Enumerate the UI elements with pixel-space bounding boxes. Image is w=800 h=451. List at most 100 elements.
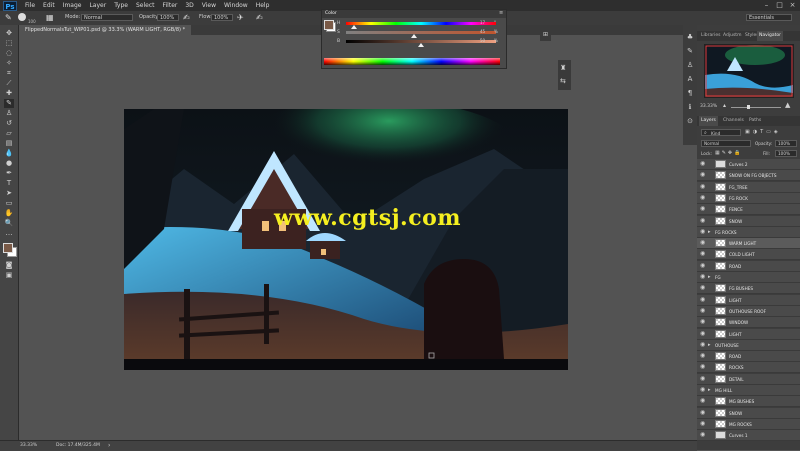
menu-select[interactable]: Select xyxy=(136,2,155,9)
visibility-eye-icon[interactable]: ◉ xyxy=(700,296,706,303)
layer-row[interactable]: ◉ OUTHOUSE ROOF xyxy=(697,305,800,317)
layer-row[interactable]: ◉ LIGHT xyxy=(697,294,800,306)
layer-row[interactable]: ◉ MG ROCKS xyxy=(697,418,800,430)
visibility-eye-icon[interactable]: ◉ xyxy=(700,330,706,337)
layer-row[interactable]: ◉ SNOW xyxy=(697,407,800,419)
brightness-value[interactable]: 50 xyxy=(480,38,485,43)
layer-row[interactable]: ◉ ROAD xyxy=(697,351,800,363)
tab-libraries[interactable]: Libraries xyxy=(699,31,722,41)
brush-tool-icon[interactable]: ✎ xyxy=(5,13,12,22)
info-panel-icon[interactable]: ⊙ xyxy=(685,117,695,126)
layer-opacity-field[interactable]: 100% xyxy=(775,140,797,147)
layer-group-row[interactable]: ◉ ▸ FG ROCKS xyxy=(697,226,800,238)
layer-row[interactable]: ◉ Curves 2 xyxy=(697,159,800,170)
navigator-zoom-value[interactable]: 33.33% xyxy=(700,104,717,109)
visibility-eye-icon[interactable]: ◉ xyxy=(700,262,706,269)
screen-mode-icon[interactable]: ▣ xyxy=(4,271,14,280)
menu-help[interactable]: Help xyxy=(256,2,270,9)
history-panel-icon[interactable]: ⊞ xyxy=(540,29,551,41)
layer-thumbnail[interactable] xyxy=(715,374,726,383)
layer-row[interactable]: ◉ SNOW xyxy=(697,215,800,227)
layer-thumbnail[interactable] xyxy=(715,250,726,259)
airbrush-icon[interactable]: ✈ xyxy=(237,13,244,22)
layer-row[interactable]: ◉ WARM LIGHT xyxy=(697,238,800,250)
visibility-eye-icon[interactable]: ◉ xyxy=(700,183,706,190)
workspace-select[interactable]: Essentials xyxy=(746,14,792,21)
paragraph-panel-icon[interactable]: ¶ xyxy=(685,89,695,98)
hue-slider-thumb[interactable] xyxy=(350,25,357,29)
move-tool-icon[interactable]: ✥ xyxy=(4,29,14,38)
layer-thumbnail[interactable] xyxy=(715,284,726,293)
layer-row[interactable]: ◉ ROCKS xyxy=(697,362,800,374)
healing-tool-icon[interactable]: ✚ xyxy=(4,89,14,98)
menu-type[interactable]: Type xyxy=(114,2,128,9)
visibility-eye-icon[interactable]: ◉ xyxy=(700,172,706,178)
layer-thumbnail[interactable] xyxy=(715,408,726,417)
visibility-eye-icon[interactable]: ◉ xyxy=(700,387,706,393)
hue-slider[interactable] xyxy=(346,22,496,25)
more-tools-icon[interactable]: … xyxy=(4,229,14,238)
layer-row[interactable]: ◉ FG BUSHES xyxy=(697,283,800,295)
layer-group-row[interactable]: ◉ ▸ MG HILL xyxy=(697,385,800,396)
lasso-tool-icon[interactable]: ◌ xyxy=(4,49,14,58)
visibility-eye-icon[interactable]: ◉ xyxy=(700,319,706,325)
blur-tool-icon[interactable]: 💧 xyxy=(4,149,14,158)
menu-edit[interactable]: Edit xyxy=(43,2,55,9)
flow-field[interactable]: 100% xyxy=(211,14,233,21)
group-expand-icon[interactable]: ▸ xyxy=(708,342,711,348)
saturation-value[interactable]: 45 xyxy=(480,29,485,34)
layer-thumbnail[interactable] xyxy=(715,318,726,327)
visibility-eye-icon[interactable]: ◉ xyxy=(700,341,706,348)
hand-tool-icon[interactable]: ✋ xyxy=(4,209,14,218)
quick-select-tool-icon[interactable]: ✧ xyxy=(4,59,14,68)
history-brush-tool-icon[interactable]: ↺ xyxy=(4,119,14,128)
layer-thumbnail[interactable] xyxy=(715,239,726,248)
path-select-tool-icon[interactable]: ➤ xyxy=(4,189,14,198)
pressure-size-icon[interactable]: ✍ xyxy=(256,13,263,22)
layer-row[interactable]: ◉ LIGHT xyxy=(697,328,800,340)
layer-thumbnail[interactable] xyxy=(715,329,726,338)
layer-thumbnail[interactable] xyxy=(715,397,726,406)
layer-group-row[interactable]: ◉ ▸ FG xyxy=(697,272,800,283)
swatches-panel-icon[interactable]: ♣ xyxy=(685,33,695,42)
layer-filter-icons[interactable]: ▣◑T▭◈ xyxy=(745,129,797,136)
tab-layers[interactable]: Layers xyxy=(699,116,718,126)
clone-stamp-tool-icon[interactable]: ♙ xyxy=(4,109,14,118)
zoom-tool-icon[interactable]: 🔍 xyxy=(4,219,14,228)
visibility-eye-icon[interactable]: ◉ xyxy=(700,251,706,257)
pen-tool-icon[interactable]: ✒ xyxy=(4,169,14,178)
character-panel-icon[interactable]: A xyxy=(685,75,695,84)
pressure-opacity-icon[interactable]: ✍ xyxy=(183,13,190,22)
artwork-canvas[interactable]: www.cgtsj.com xyxy=(124,109,568,370)
status-zoom[interactable]: 33.33% xyxy=(20,443,37,448)
visibility-eye-icon[interactable]: ◉ xyxy=(700,353,706,359)
menu-file[interactable]: File xyxy=(25,2,35,9)
foreground-color-swatch[interactable] xyxy=(3,243,13,253)
group-expand-icon[interactable]: ▸ xyxy=(708,387,711,393)
clone-source-icon[interactable]: ♙ xyxy=(685,61,695,70)
layer-thumbnail[interactable] xyxy=(715,182,726,191)
visibility-eye-icon[interactable]: ◉ xyxy=(700,161,706,167)
layer-thumbnail[interactable] xyxy=(715,261,726,270)
zoom-in-icon[interactable]: ▲ xyxy=(785,101,790,109)
shape-tool-icon[interactable]: ▭ xyxy=(4,199,14,208)
layer-thumbnail[interactable] xyxy=(715,205,726,214)
eraser-tool-icon[interactable]: ▱ xyxy=(4,129,14,138)
menu-layer[interactable]: Layer xyxy=(89,2,106,9)
layer-thumbnail[interactable] xyxy=(715,295,726,304)
visibility-eye-icon[interactable]: ◉ xyxy=(700,240,706,246)
zoom-out-icon[interactable]: ▴ xyxy=(723,102,726,109)
tab-adjustments[interactable]: Adjustm xyxy=(721,31,743,41)
visibility-eye-icon[interactable]: ◉ xyxy=(700,206,706,212)
visibility-eye-icon[interactable]: ◉ xyxy=(700,217,706,224)
menu-window[interactable]: Window xyxy=(224,2,248,9)
maximize-icon[interactable]: □ xyxy=(775,1,784,9)
blend-mode-select[interactable]: Normal xyxy=(701,140,751,147)
visibility-eye-icon[interactable]: ◉ xyxy=(700,420,706,427)
visibility-eye-icon[interactable]: ◉ xyxy=(700,285,706,291)
eyedropper-tool-icon[interactable]: ⟋ xyxy=(4,79,14,88)
visibility-eye-icon[interactable]: ◉ xyxy=(700,194,706,201)
actions-panel-icon[interactable]: ♜ xyxy=(560,64,566,72)
saturation-slider[interactable] xyxy=(346,31,496,34)
crop-tool-icon[interactable]: ⌗ xyxy=(4,69,14,78)
